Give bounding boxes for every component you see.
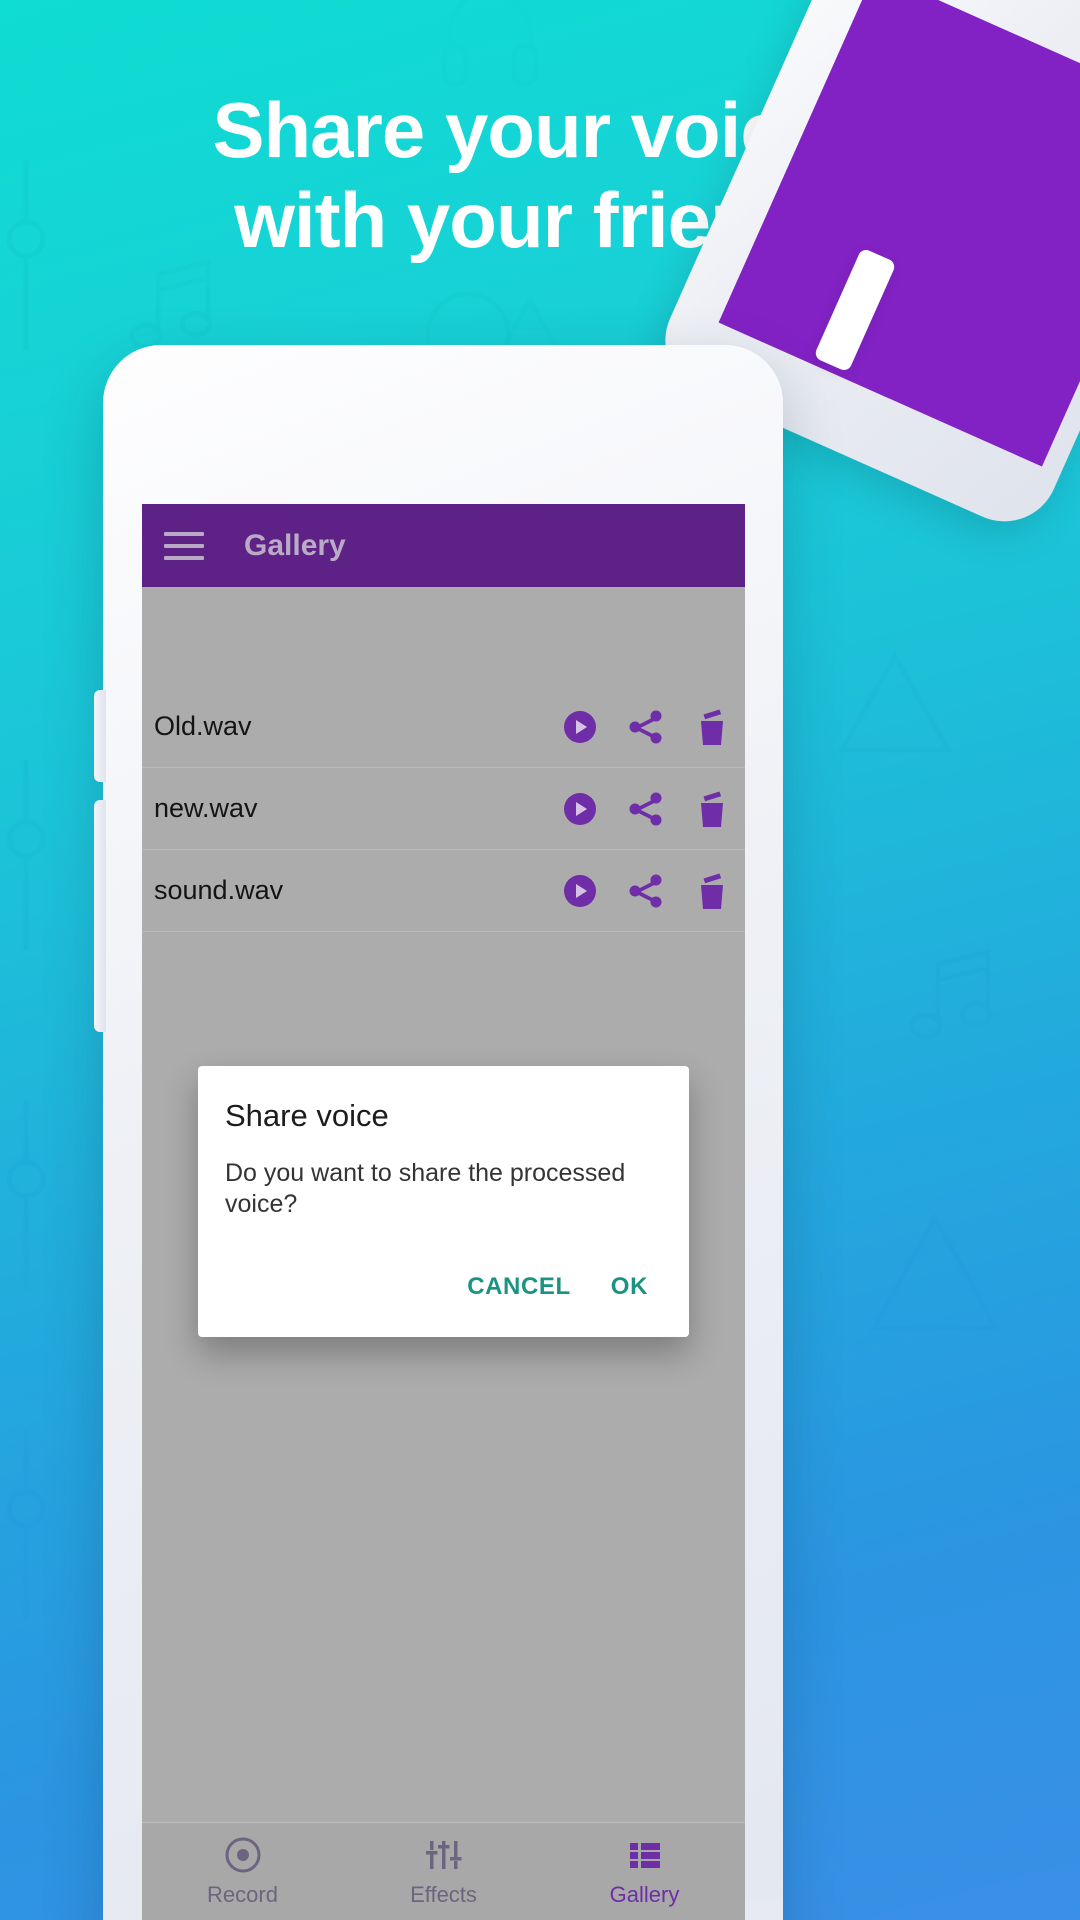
dialog-message: Do you want to share the processed voice… <box>225 1159 626 1219</box>
tab-record[interactable]: Record <box>142 1835 343 1908</box>
bottom-navigation: Record Effects Gallery <box>142 1822 745 1920</box>
cancel-button[interactable]: CANCEL <box>453 1263 585 1311</box>
tab-gallery[interactable]: Gallery <box>544 1835 745 1908</box>
tab-effects[interactable]: Effects <box>343 1835 544 1908</box>
promo-graphic: Share your voices with your friends Gall… <box>0 0 1080 1920</box>
triangle-deco-2 <box>860 1200 1010 1350</box>
slider-deco-2 <box>0 760 56 950</box>
tab-label-effects: Effects <box>410 1882 477 1907</box>
dialog-actions: CANCEL OK <box>225 1263 662 1319</box>
phone-volume-up-button[interactable] <box>94 690 106 782</box>
triangle-deco-1 <box>830 640 960 770</box>
slider-deco-3 <box>0 1100 56 1290</box>
share-voice-dialog: Share voice Do you want to share the pro… <box>198 1066 689 1337</box>
phone-volume-down-button[interactable] <box>94 800 106 1032</box>
equalizer-sliders-icon <box>424 1835 464 1875</box>
list-grid-icon <box>625 1835 665 1875</box>
slider-deco-4 <box>0 1430 56 1620</box>
record-circle-icon <box>223 1835 263 1875</box>
music-note-deco-3 <box>900 940 1010 1050</box>
app-screen: Gallery Old.wav new.wav sound.wav Share … <box>142 504 745 1920</box>
ok-button[interactable]: OK <box>597 1263 662 1311</box>
headphones-deco-2 <box>440 0 540 90</box>
tab-label-gallery: Gallery <box>609 1882 680 1907</box>
music-note-deco-1 <box>120 250 230 360</box>
tab-label-record: Record <box>207 1882 278 1907</box>
dialog-title: Share voice <box>225 1098 389 1133</box>
